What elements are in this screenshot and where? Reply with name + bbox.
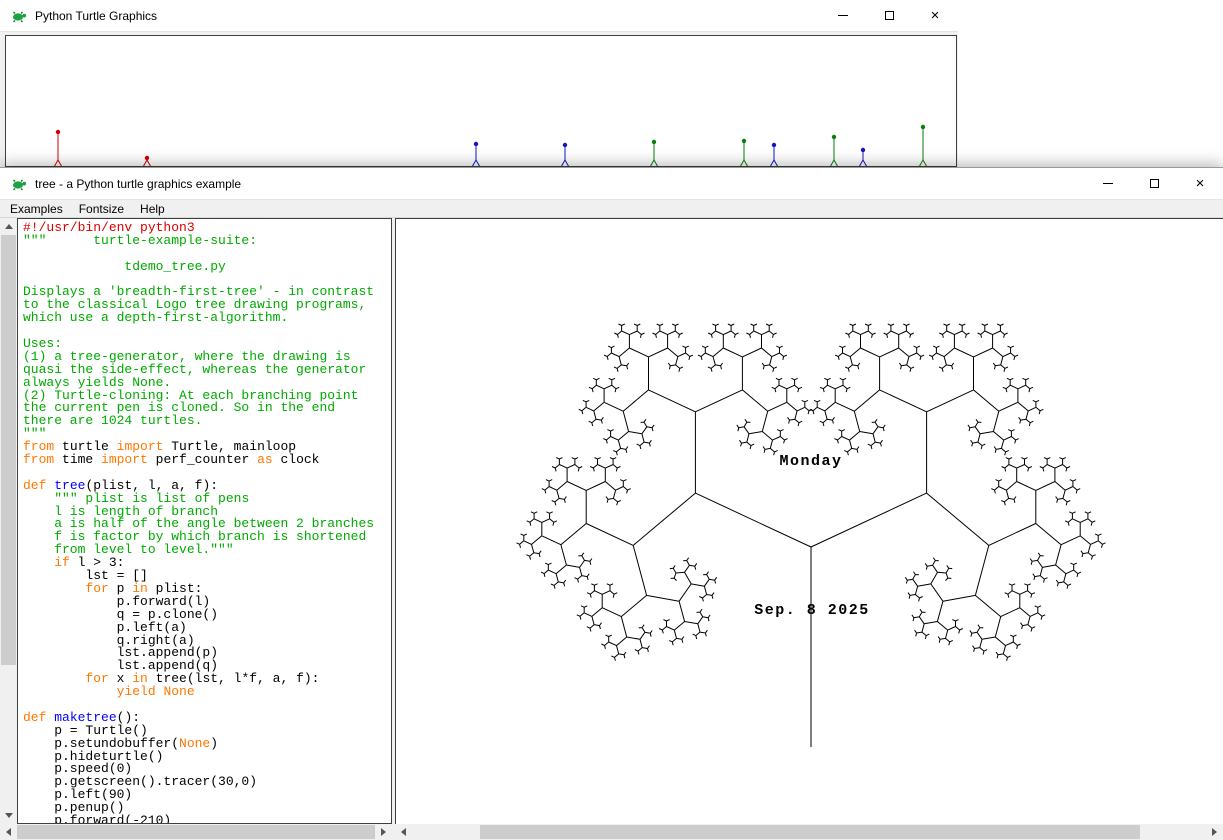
app-window-controls: × [1085, 168, 1223, 199]
minimize-button[interactable] [820, 0, 866, 31]
scroll-right-button[interactable] [375, 824, 392, 840]
code-line [23, 325, 391, 338]
scrollbar-thumb[interactable] [17, 825, 375, 839]
arrow-left-icon [6, 828, 11, 836]
turtle-figures-drawing [6, 36, 956, 166]
scroll-right-button[interactable] [1206, 824, 1223, 840]
code-horizontal-scrollbar[interactable] [0, 824, 392, 840]
turtle-icon[interactable] [11, 176, 27, 192]
scroll-left-button[interactable] [395, 824, 412, 840]
menubar: ExamplesFontsizeHelp [0, 200, 1223, 218]
menu-fontsize[interactable]: Fontsize [71, 200, 132, 217]
background-window-title: Python Turtle Graphics [35, 9, 157, 23]
graphics-canvas: Monday Sep. 8 2025 [395, 218, 1223, 824]
close-icon: × [1196, 176, 1205, 191]
arrow-left-icon [401, 828, 406, 836]
background-window-controls: × [820, 0, 958, 31]
menu-help[interactable]: Help [132, 200, 173, 217]
minimize-button[interactable] [1085, 168, 1131, 199]
background-turtle-canvas [5, 35, 957, 167]
turtle-icon[interactable] [11, 8, 27, 24]
background-window: Python Turtle Graphics × [0, 0, 958, 167]
minimize-icon [838, 15, 848, 16]
canvas-text: Monday [779, 453, 842, 470]
code-view[interactable]: #!/usr/bin/env python3""" turtle-example… [17, 218, 392, 824]
maximize-icon [885, 11, 894, 20]
code-line: """ turtle-example-suite: [23, 235, 391, 248]
close-button[interactable]: × [1177, 168, 1223, 199]
arrow-down-icon [5, 813, 13, 818]
code-line: p.forward(-210) [23, 815, 391, 824]
code-line: which use a depth-first-algorithm. [23, 312, 391, 325]
scrollbar-thumb[interactable] [1, 235, 16, 665]
scrollbar-thumb[interactable] [480, 825, 1140, 839]
fractal-tree-drawing [396, 219, 1223, 824]
screen: { "background_window": { "title": "Pytho… [0, 0, 1223, 839]
code-vertical-scrollbar[interactable] [0, 218, 17, 824]
maximize-icon [1150, 179, 1159, 188]
arrow-right-icon [1212, 828, 1217, 836]
canvas-text: Sep. 8 2025 [754, 602, 870, 619]
maximize-button[interactable] [1131, 168, 1177, 199]
scroll-down-button[interactable] [0, 807, 17, 824]
code-line: yield None [23, 686, 391, 699]
code-line: from time import perf_counter as clock [23, 454, 391, 467]
minimize-icon [1103, 183, 1113, 184]
close-button[interactable]: × [912, 0, 958, 31]
close-icon: × [931, 8, 940, 23]
code-line: there are 1024 turtles. [23, 415, 391, 428]
arrow-right-icon [381, 828, 386, 836]
menu-examples[interactable]: Examples [0, 200, 71, 217]
app-window: tree - a Python turtle graphics example … [0, 167, 1223, 839]
canvas-horizontal-scrollbar[interactable] [395, 824, 1223, 840]
scroll-up-button[interactable] [0, 218, 17, 235]
code-line: tdemo_tree.py [23, 261, 391, 274]
background-titlebar: Python Turtle Graphics × [0, 0, 958, 32]
arrow-up-icon [5, 224, 13, 229]
app-window-title: tree - a Python turtle graphics example [35, 177, 241, 191]
source-code: #!/usr/bin/env python3""" turtle-example… [18, 219, 391, 824]
app-titlebar: tree - a Python turtle graphics example … [0, 168, 1223, 200]
maximize-button[interactable] [866, 0, 912, 31]
scroll-left-button[interactable] [0, 824, 17, 840]
